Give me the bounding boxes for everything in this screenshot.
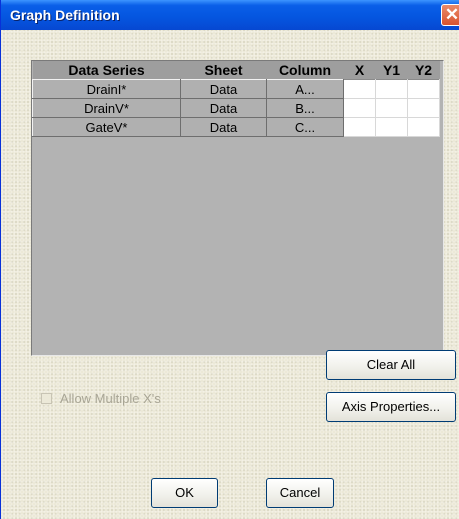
table-row[interactable]: DrainV* Data B... <box>32 98 440 118</box>
allow-multiple-x-label: Allow Multiple X's <box>60 391 161 406</box>
dialog-body: Data Series Sheet Column X Y1 Y2 DrainI*… <box>1 30 459 519</box>
cancel-button[interactable]: Cancel <box>266 478 334 508</box>
graph-definition-dialog: Graph Definition ✕ Data Series Sheet Col… <box>0 0 459 519</box>
x-checkbox-cell[interactable] <box>343 79 376 99</box>
sheet-cell[interactable]: Data <box>180 98 267 118</box>
title-bar[interactable]: Graph Definition ✕ <box>1 0 459 30</box>
table-row[interactable]: DrainI* Data A... <box>32 79 440 99</box>
sheet-cell[interactable]: Data <box>180 79 267 99</box>
axis-properties-button[interactable]: Axis Properties... <box>326 392 456 422</box>
x-checkbox-cell[interactable] <box>343 98 376 118</box>
header-y2[interactable]: Y2 <box>407 61 440 80</box>
x-checkbox-cell[interactable] <box>343 117 376 137</box>
dialog-title: Graph Definition <box>10 7 120 23</box>
series-name-cell[interactable]: GateV* <box>32 117 181 137</box>
y2-checkbox-cell[interactable] <box>407 79 440 99</box>
header-row: Data Series Sheet Column X Y1 Y2 <box>32 61 440 80</box>
y1-checkbox-cell[interactable] <box>375 79 408 99</box>
ok-button[interactable]: OK <box>151 478 218 508</box>
table-row[interactable]: GateV* Data C... <box>32 117 440 137</box>
close-button[interactable]: ✕ <box>441 4 459 26</box>
header-column[interactable]: Column <box>266 61 344 80</box>
header-sheet[interactable]: Sheet <box>180 61 267 80</box>
y2-checkbox-cell[interactable] <box>407 98 440 118</box>
y1-checkbox-cell[interactable] <box>375 98 408 118</box>
allow-multiple-x-checkbox[interactable] <box>41 393 52 404</box>
column-cell[interactable]: A... <box>266 79 344 99</box>
series-name-cell[interactable]: DrainI* <box>32 79 181 99</box>
header-x[interactable]: X <box>343 61 376 80</box>
clear-all-button[interactable]: Clear All <box>326 350 456 380</box>
column-cell[interactable]: B... <box>266 98 344 118</box>
y1-checkbox-cell[interactable] <box>375 117 408 137</box>
series-table: Data Series Sheet Column X Y1 Y2 DrainI*… <box>32 61 440 137</box>
series-grid-panel: Data Series Sheet Column X Y1 Y2 DrainI*… <box>31 60 444 356</box>
close-icon: ✕ <box>444 5 459 24</box>
column-cell[interactable]: C... <box>266 117 344 137</box>
y2-checkbox-cell[interactable] <box>407 117 440 137</box>
header-y1[interactable]: Y1 <box>375 61 408 80</box>
series-name-cell[interactable]: DrainV* <box>32 98 181 118</box>
allow-multiple-x-option: Allow Multiple X's <box>41 391 161 406</box>
header-data-series[interactable]: Data Series <box>32 61 181 80</box>
sheet-cell[interactable]: Data <box>180 117 267 137</box>
